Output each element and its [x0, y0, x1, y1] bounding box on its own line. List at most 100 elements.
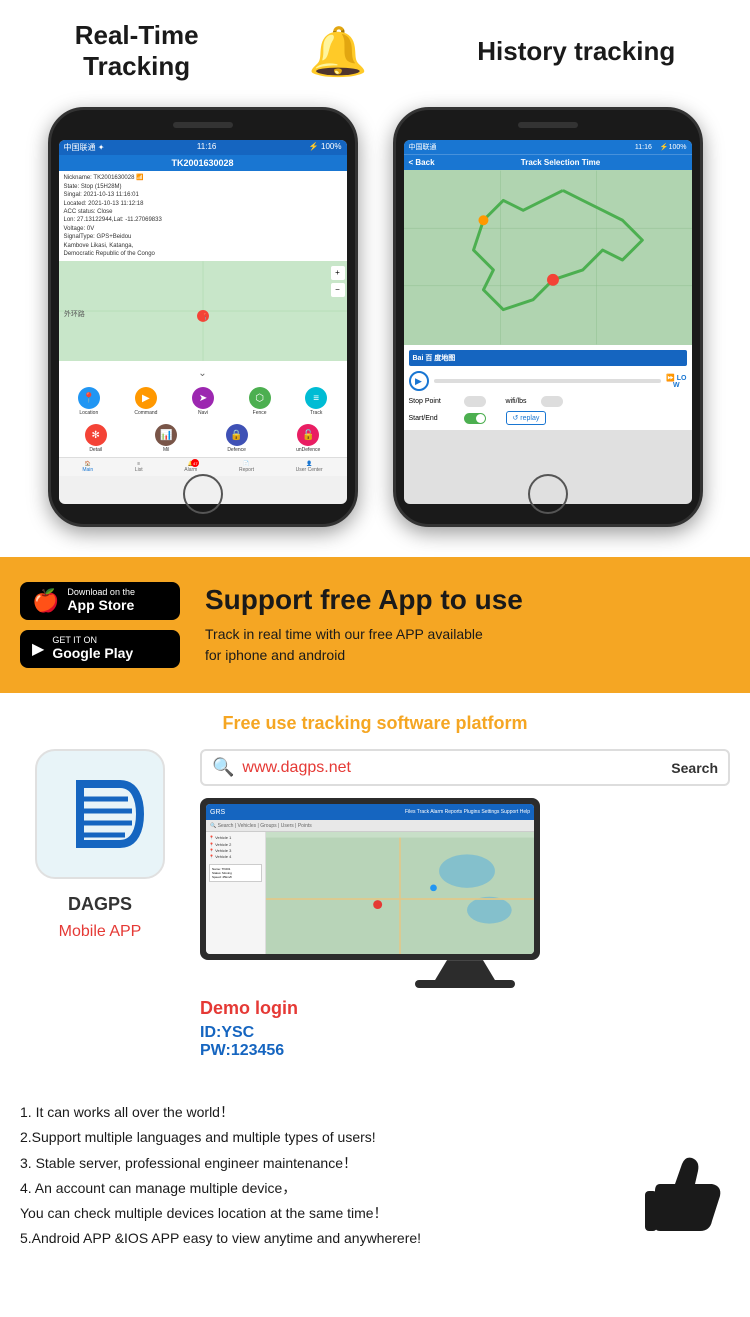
device-info: Nickname: TK2001630028 📶 State: Stop (15… — [59, 171, 347, 261]
defence-icon-item[interactable]: 🔒 Defence — [226, 424, 248, 453]
app-store-section: 🍎 Download on the App Store ▶ GET IT ON … — [0, 557, 750, 693]
info-line: Singal: 2021-10-13 11:16:01 — [64, 191, 342, 199]
top-section: Real-TimeTracking 🔔 History tracking 中国联… — [0, 0, 750, 557]
grs-sidebar: 📍 Vehicle 1 📍 Vehicle 2 📍 Vehicle 3 📍 Ve… — [206, 832, 266, 954]
location-icon-item[interactable]: 📍 Location — [78, 387, 100, 416]
svg-text:外环路: 外环路 — [63, 309, 84, 318]
track-icon: ≡ — [305, 387, 327, 409]
stop-point-toggle[interactable] — [464, 396, 486, 407]
demo-info: Demo login ID:YSC PW:123456 — [200, 998, 730, 1060]
undefence-label: unDefence — [296, 447, 320, 453]
appstore-large-text: App Store — [67, 597, 135, 614]
back-button[interactable]: 中国联通 — [409, 142, 437, 152]
computer-screen: GRS Files Track Alarm Reports Plugins Se… — [200, 798, 730, 988]
start-end-toggle[interactable] — [464, 413, 486, 424]
nav-alarm[interactable]: 🔔 47 Alarm — [184, 461, 197, 473]
wifi-lbs-toggle[interactable] — [541, 396, 563, 407]
grs-info-popup: Name: TK001 Status: Moving Speed: 45km/h — [209, 864, 262, 882]
start-end-label: Start/End — [409, 415, 464, 422]
nav-main[interactable]: 🏠 Main — [82, 461, 93, 473]
undefence-icon-item[interactable]: 🔓 unDefence — [296, 424, 320, 453]
info-line: Located: 2021-10-13 11:12:18 — [64, 200, 342, 208]
appstore-text: Download on the App Store — [67, 588, 135, 614]
monitor-base — [415, 980, 515, 988]
mil-label: Mil — [163, 447, 169, 453]
support-title: Support free App to use — [205, 584, 730, 616]
track-label: Track — [310, 410, 322, 416]
grs-map — [266, 832, 534, 954]
svg-text:📍: 📍 — [201, 312, 210, 321]
phone2-nav: < Back Track Selection Time — [404, 154, 692, 170]
navi-icon-item[interactable]: ➤ Navi — [192, 387, 214, 416]
search-icon: 🔍 — [212, 757, 234, 778]
info-line: State: Stop (15H28M) — [64, 183, 342, 191]
dagps-label: DAGPS — [68, 894, 132, 915]
phone1-map: 外环路 📍 + − — [59, 261, 347, 361]
dagps-logo-svg — [50, 764, 150, 864]
defence-icon: 🔒 — [226, 424, 248, 446]
phone2-title: Track Selection Time — [521, 158, 600, 167]
platform-content: DAGPS Mobile APP 🔍 www.dagps.net Search … — [20, 749, 730, 1060]
command-icon-item[interactable]: ▶ Command — [134, 387, 157, 416]
appstore-button[interactable]: 🍎 Download on the App Store — [20, 582, 180, 620]
phone2-time: 11:16 — [635, 144, 652, 151]
platform-section: Free use tracking software platform — [0, 693, 750, 1080]
dagps-icon — [35, 749, 165, 879]
detail-label: Detail — [89, 447, 102, 453]
battery: ⚡ 100% — [309, 142, 342, 153]
detail-icon-item[interactable]: ✻ Detail — [85, 424, 107, 453]
baidu-label: Bai 百 度地图 — [413, 353, 456, 363]
grs-header: GRS Files Track Alarm Reports Plugins Se… — [206, 804, 534, 820]
googleplay-large-text: Google Play — [52, 645, 133, 662]
platform-right: 🔍 www.dagps.net Search GRS Files Track A… — [200, 749, 730, 1060]
mil-icon-item[interactable]: 📊 Mil — [155, 424, 177, 453]
baidu-bar: Bai 百 度地图 — [409, 350, 687, 366]
stop-point-label: Stop Point — [409, 398, 464, 405]
demo-id: ID:YSC — [200, 1024, 730, 1042]
fence-icon-item[interactable]: ⬡ Fence — [249, 387, 271, 416]
grs-title: GRS — [210, 809, 225, 816]
track-icon-item[interactable]: ≡ Track — [305, 387, 327, 416]
progress-bar[interactable] — [434, 379, 662, 383]
play-button[interactable]: ▶ — [409, 371, 429, 391]
alarm-badge: 47 — [191, 459, 199, 467]
googleplay-small-text: GET IT ON — [52, 636, 133, 645]
info-line: Kambove Likasi, Katanga, — [64, 242, 342, 250]
nav-usercenter[interactable]: 👤 User Center — [296, 461, 323, 473]
play-row: ▶ ⏩ LOW — [409, 371, 687, 391]
platform-title: Free use tracking software platform — [20, 713, 730, 734]
app-store-text: Support free App to use Track in real ti… — [205, 584, 730, 666]
phone2-header: 中国联通 11:16 ⚡100% — [404, 140, 692, 154]
grs-toolbar-text: 🔍 Search | Vehicles | Groups | Users | P… — [210, 823, 312, 829]
location-icon: 📍 — [78, 387, 100, 409]
search-button[interactable]: Search — [671, 760, 718, 776]
nav-list[interactable]: ≡ List — [135, 461, 143, 473]
phones-row: 中国联通 ✦ 11:16 ⚡ 100% TK2001630028 Nicknam… — [20, 97, 730, 547]
features-list: 1. It can works all over the world！ 2.Su… — [0, 1080, 750, 1271]
googleplay-button[interactable]: ▶ GET IT ON Google Play — [20, 630, 180, 668]
feature-realtime-title: Real-TimeTracking — [75, 20, 199, 82]
stop-point-row: Stop Point wifi/lbs — [409, 396, 687, 407]
googleplay-icon: ▶ — [32, 639, 44, 659]
demo-login-title: Demo login — [200, 998, 730, 1019]
command-label: Command — [134, 410, 157, 416]
appstore-small-text: Download on the — [67, 588, 135, 597]
info-line: Democratic Republic of the Congo — [64, 250, 342, 258]
apple-icon: 🍎 — [32, 588, 59, 614]
speed-indicator: ⏩ LOW — [666, 374, 686, 389]
googleplay-text: GET IT ON Google Play — [52, 636, 133, 662]
demo-pw: PW:123456 — [200, 1042, 730, 1060]
info-line: Voltage: 0V — [64, 225, 342, 233]
phone-icons-row1: 📍 Location ▶ Command ➤ Navi ⬡ Fence — [59, 383, 347, 420]
grs-toolbar: 🔍 Search | Vehicles | Groups | Users | P… — [206, 820, 534, 832]
phone-icons-row2: ✻ Detail 📊 Mil 🔒 Defence 🔓 unDefence — [59, 420, 347, 457]
replay-button[interactable]: ↺ replay — [506, 411, 547, 425]
nav-report[interactable]: 📄 Report — [239, 461, 254, 473]
phone2-mockup: 中国联通 11:16 ⚡100% < Back Track Selection … — [393, 107, 703, 527]
command-icon: ▶ — [135, 387, 157, 409]
back-btn[interactable]: < Back — [409, 158, 435, 167]
feature-1: 1. It can works all over the world！ — [20, 1100, 640, 1125]
expand-icon[interactable]: ⌄ — [59, 361, 347, 383]
info-line: ACC status: Close — [64, 208, 342, 216]
app-icon-container: DAGPS Mobile APP — [20, 749, 180, 941]
